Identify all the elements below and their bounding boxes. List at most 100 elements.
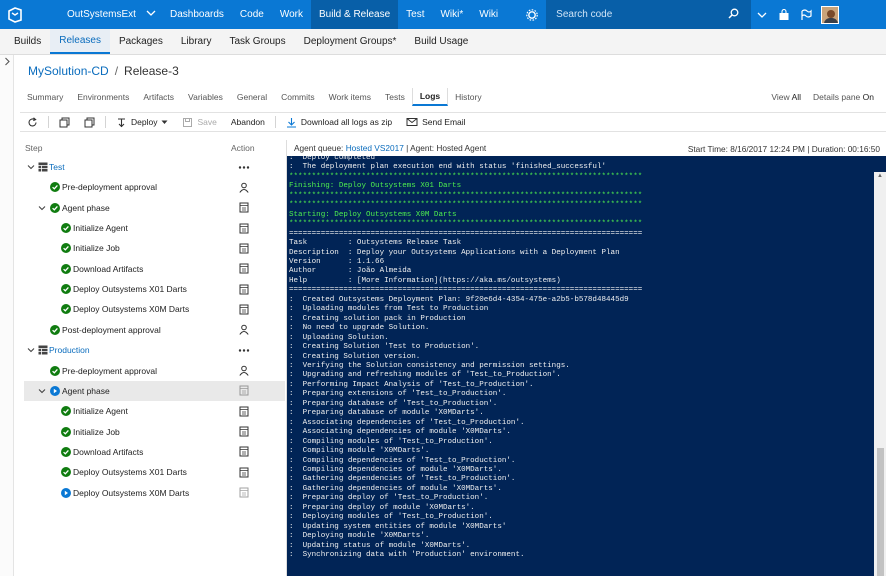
chevron-down-icon[interactable]	[27, 163, 35, 171]
left-collapse-strip[interactable]	[0, 55, 14, 576]
user-avatar[interactable]	[817, 0, 843, 29]
view-log-icon[interactable]	[238, 385, 250, 396]
release-tab-history[interactable]: History	[448, 88, 488, 106]
hub-tab-packages[interactable]: Packages	[110, 29, 172, 54]
environment-row[interactable]: Test	[24, 157, 285, 177]
success-check-icon	[61, 284, 71, 295]
step-row[interactable]: Pre-deployment approval	[24, 177, 285, 197]
details-pane-toggle[interactable]: Details pane On	[813, 92, 874, 102]
log-line: Finishing: Deploy Outsystems X01 Darts	[289, 182, 462, 191]
step-label: Pre-deployment approval	[62, 365, 157, 376]
release-tab-work-items[interactable]: Work items	[322, 88, 378, 106]
hub-navigation: Builds Releases Packages Library Task Groups…	[0, 29, 886, 55]
nav-link-wiki[interactable]: Wiki	[471, 0, 506, 29]
view-log-icon[interactable]	[238, 304, 250, 315]
success-check-icon	[61, 467, 71, 478]
more-actions-icon[interactable]	[238, 345, 250, 356]
step-label: Initialize Job	[73, 426, 120, 437]
approver-person-icon[interactable]	[238, 182, 250, 193]
chevron-down-icon[interactable]	[27, 346, 35, 354]
send-email-button[interactable]: Send Email	[399, 112, 472, 132]
view-log-icon[interactable]	[238, 446, 250, 457]
view-log-icon[interactable]	[238, 426, 250, 437]
vsts-logo-icon[interactable]	[0, 0, 29, 29]
environment-icon	[38, 345, 48, 355]
view-log-icon[interactable]	[238, 263, 250, 274]
step-row[interactable]: Download Artifacts	[24, 442, 285, 462]
view-log-icon[interactable]	[238, 223, 250, 234]
help-flag-icon[interactable]	[795, 0, 817, 29]
release-tab-general[interactable]: General	[230, 88, 274, 106]
copy-icon	[59, 117, 70, 127]
success-check-icon	[50, 324, 60, 335]
view-log-icon[interactable]	[238, 243, 250, 254]
deploy-button[interactable]: Deploy	[109, 112, 175, 132]
release-tab-logs[interactable]: Logs	[411, 88, 449, 106]
marketplace-bag-icon[interactable]	[773, 0, 795, 29]
environment-row[interactable]: Production	[24, 340, 285, 360]
step-row[interactable]: Deploy Outsystems X01 Darts	[24, 462, 285, 482]
hub-tab-deployment-groups[interactable]: Deployment Groups*	[295, 29, 406, 54]
step-row[interactable]: Agent phase	[24, 380, 285, 401]
save-button[interactable]: Save	[175, 112, 223, 132]
scroll-up-icon[interactable]: ▲	[877, 173, 883, 179]
nav-link-code[interactable]: Code	[232, 0, 272, 29]
chevron-right-icon[interactable]	[4, 57, 11, 68]
hub-tab-library[interactable]: Library	[172, 29, 221, 54]
copy-button[interactable]	[52, 112, 77, 132]
search-scope-chevron-icon[interactable]	[751, 0, 773, 29]
step-row[interactable]: Initialize Job	[24, 422, 285, 442]
approver-person-icon[interactable]	[238, 365, 250, 376]
log-console[interactable]: : Deploy completed: The deployment plan …	[287, 156, 886, 576]
nav-link-test[interactable]: Test	[398, 0, 432, 29]
chevron-down-icon[interactable]	[38, 204, 46, 212]
vertical-scrollbar[interactable]: ▲	[874, 172, 886, 576]
view-filter[interactable]: View All	[771, 92, 801, 102]
release-tab-environments[interactable]: Environments	[70, 88, 136, 106]
search-box[interactable]: Search code	[546, 0, 752, 29]
release-tab-tests[interactable]: Tests	[378, 88, 412, 106]
more-actions-icon[interactable]	[238, 162, 250, 173]
view-log-icon[interactable]	[238, 487, 250, 498]
nav-link-work[interactable]: Work	[272, 0, 311, 29]
step-row[interactable]: Initialize Agent	[24, 401, 285, 421]
chevron-down-icon[interactable]	[38, 387, 46, 395]
release-tab-commits[interactable]: Commits	[274, 88, 322, 106]
release-tab-variables[interactable]: Variables	[181, 88, 230, 106]
step-row[interactable]: Pre-deployment approval	[24, 361, 285, 381]
clone-button[interactable]	[77, 112, 102, 132]
abandon-button[interactable]: Abandon	[224, 112, 272, 132]
step-row[interactable]: Download Artifacts	[24, 259, 285, 279]
download-logs-button[interactable]: Download all logs as zip	[279, 112, 399, 132]
log-line: : Uploading modules from Test to Product…	[289, 305, 489, 314]
hub-tab-builds[interactable]: Builds	[5, 29, 50, 54]
release-definition-link[interactable]: MySolution-CD	[28, 64, 109, 78]
refresh-button[interactable]	[20, 112, 45, 132]
settings-gear-icon[interactable]	[518, 0, 546, 29]
view-log-icon[interactable]	[238, 406, 250, 417]
vertical-scroll-thumb[interactable]	[877, 448, 884, 576]
view-log-icon[interactable]	[238, 202, 250, 213]
view-log-icon[interactable]	[238, 284, 250, 295]
step-row[interactable]: Initialize Job	[24, 238, 285, 258]
step-row[interactable]: Post-deployment approval	[24, 320, 285, 340]
steps-panel: Step Action Test Pre-deployment approval A…	[20, 140, 285, 576]
view-log-icon[interactable]	[238, 467, 250, 478]
hub-tab-build-usage[interactable]: Build Usage	[405, 29, 477, 54]
nav-link-dashboards[interactable]: Dashboards	[162, 0, 232, 29]
release-tab-summary[interactable]: Summary	[20, 88, 70, 106]
hub-tab-task-groups[interactable]: Task Groups	[220, 29, 294, 54]
step-row[interactable]: Initialize Agent	[24, 218, 285, 238]
hub-tab-releases[interactable]: Releases	[50, 29, 110, 54]
step-row[interactable]: Deploy Outsystems X0M Darts	[24, 483, 285, 503]
step-row[interactable]: Deploy Outsystems X01 Darts	[24, 279, 285, 299]
approver-person-icon[interactable]	[238, 324, 250, 336]
release-tab-artifacts[interactable]: Artifacts	[136, 88, 181, 106]
search-icon[interactable]	[728, 8, 739, 22]
nav-link-wiki[interactable]: Wiki*	[432, 0, 471, 29]
agent-queue-link[interactable]: Hosted VS2017	[346, 143, 404, 153]
account-selector[interactable]: OutSystemsExt	[29, 0, 162, 29]
step-row[interactable]: Deploy Outsystems X0M Darts	[24, 299, 285, 319]
nav-link-build-release[interactable]: Build & Release	[310, 0, 399, 29]
step-row[interactable]: Agent phase	[24, 198, 285, 218]
